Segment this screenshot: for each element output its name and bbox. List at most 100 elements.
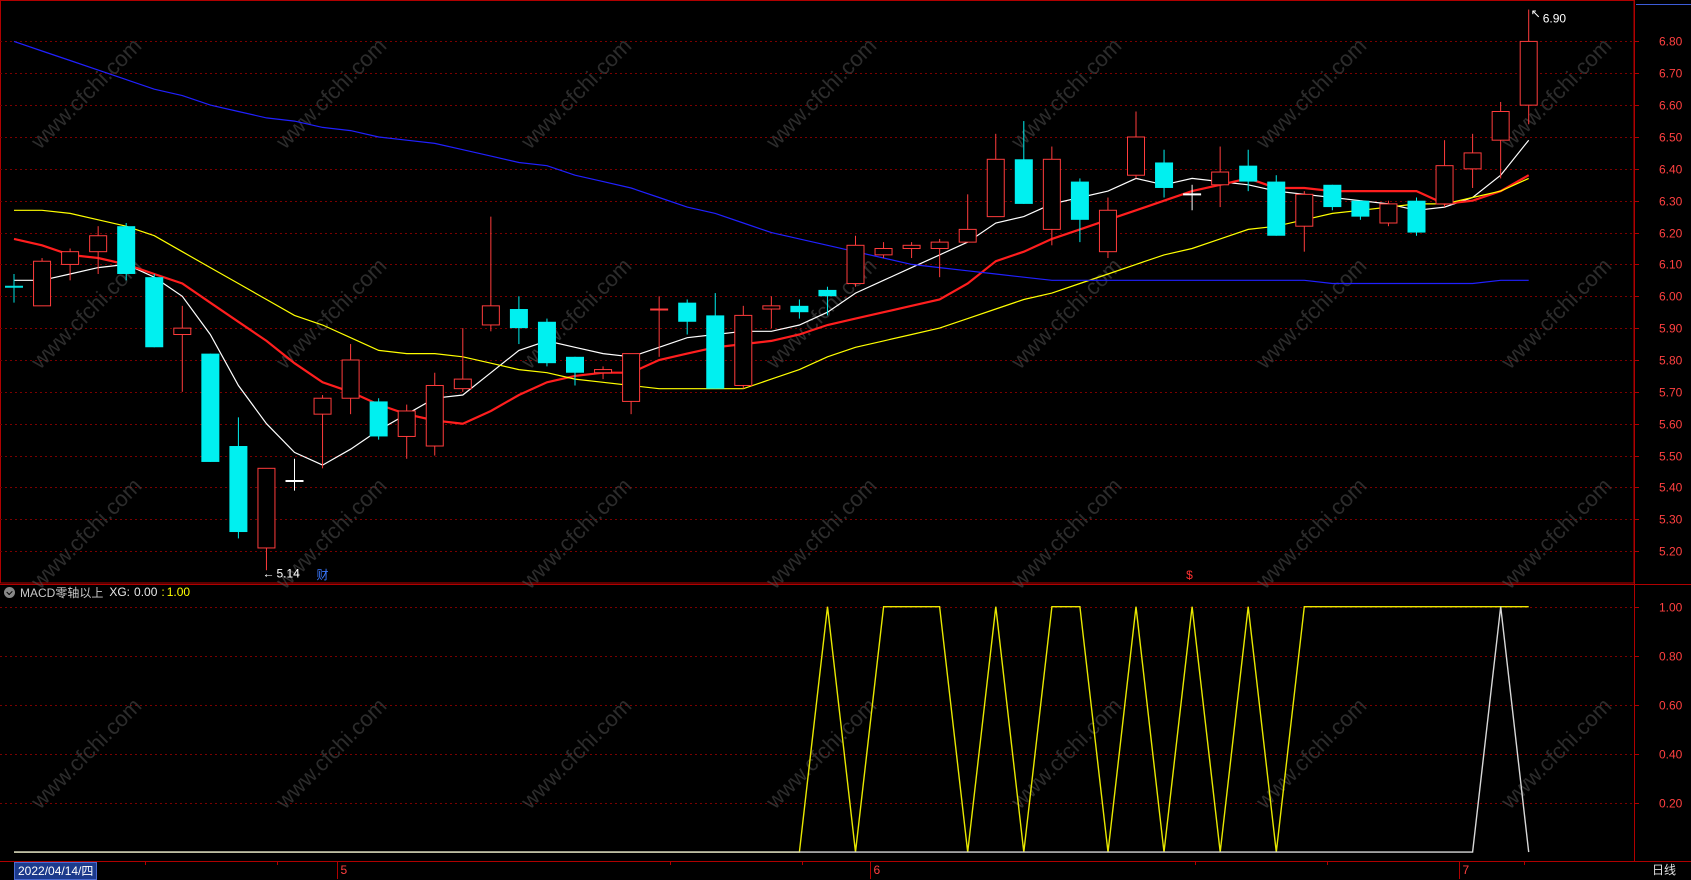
candle[interactable] <box>1351 200 1370 220</box>
candle-body <box>117 226 136 274</box>
candle[interactable] <box>425 372 444 456</box>
xg-white-line <box>14 606 1530 853</box>
candle-body <box>1211 171 1230 186</box>
candle[interactable] <box>1407 197 1426 236</box>
watermark-text: www.cfchi.com <box>1250 253 1371 374</box>
candle[interactable] <box>874 242 893 259</box>
event-mark: 财 <box>317 568 329 582</box>
candle[interactable] <box>173 305 192 392</box>
candle[interactable] <box>678 299 697 335</box>
candle[interactable] <box>1379 200 1398 227</box>
candle[interactable] <box>1323 184 1342 211</box>
price-tick-label: 5.60 <box>1659 418 1683 432</box>
watermark-text: www.cfchi.com <box>760 693 881 814</box>
candle-body <box>425 384 444 447</box>
candle-body <box>537 321 556 364</box>
price-tick-label: 5.20 <box>1659 545 1683 559</box>
watermark-text: www.cfchi.com <box>1495 33 1616 154</box>
candle[interactable] <box>594 366 613 380</box>
candle-body <box>1351 200 1370 217</box>
candle[interactable] <box>537 318 556 367</box>
candle-body <box>1295 193 1314 227</box>
candle[interactable] <box>1155 149 1174 198</box>
indicator-label[interactable]: MACD零轴以上 XG: 0.00 : 1.00 <box>4 584 190 600</box>
candle[interactable] <box>5 273 23 303</box>
candle[interactable] <box>117 223 136 281</box>
candle[interactable] <box>313 395 332 469</box>
indicator-separator: : <box>161 585 165 599</box>
price-tick-label: 6.70 <box>1659 67 1683 81</box>
candle[interactable] <box>1042 146 1061 246</box>
price-tick-label: 5.50 <box>1659 450 1683 464</box>
watermark-text: www.cfchi.com <box>25 473 146 594</box>
candle-body <box>594 369 613 374</box>
candle[interactable] <box>734 305 753 389</box>
candle-body <box>734 314 753 386</box>
candle[interactable] <box>902 242 921 259</box>
chart-canvas[interactable]: www.cfchi.com www.cfchi.com www.cfchi.com w… <box>0 0 1691 879</box>
period-tab[interactable]: 日线 <box>1642 862 1686 878</box>
candle-body <box>1491 111 1510 141</box>
watermark-text: www.cfchi.com <box>515 473 636 594</box>
candle[interactable] <box>622 353 641 415</box>
candle[interactable] <box>145 273 164 348</box>
high-label-arrow: ↖ <box>1531 7 1541 21</box>
candle[interactable] <box>1239 149 1258 192</box>
candle-body <box>369 401 388 437</box>
candle[interactable] <box>453 328 472 392</box>
candle[interactable] <box>1295 191 1314 252</box>
candle[interactable] <box>1463 133 1482 188</box>
candle-body <box>397 410 416 437</box>
price-tick-label: 6.00 <box>1659 290 1683 304</box>
candle[interactable] <box>1211 146 1230 208</box>
price-tick-label: 5.30 <box>1659 513 1683 527</box>
cursor-date: 2022/04/14/四 <box>14 862 98 880</box>
candle[interactable] <box>509 296 528 345</box>
candle[interactable] <box>229 417 248 539</box>
candle-body <box>986 158 1005 218</box>
watermark-text: www.cfchi.com <box>1495 473 1616 594</box>
price-tick-label: 6.10 <box>1659 258 1683 272</box>
candle-body <box>1014 159 1033 204</box>
candle[interactable] <box>1127 111 1145 179</box>
candle-body <box>1379 203 1398 224</box>
price-tick-label: 5.40 <box>1659 481 1683 495</box>
watermark-text: www.cfchi.com <box>1005 693 1126 814</box>
price-tick-label: 5.80 <box>1659 354 1683 368</box>
candle-body <box>201 353 220 462</box>
price-tick-label: 5.90 <box>1659 322 1683 336</box>
watermark: www.cfchi.com www.cfchi.com www.cfchi.com w… <box>25 33 1616 814</box>
candle[interactable] <box>566 356 584 386</box>
candle[interactable] <box>341 344 360 415</box>
candle[interactable] <box>986 133 1005 218</box>
candle[interactable] <box>397 404 416 459</box>
price-tick-label: 6.50 <box>1659 131 1683 145</box>
watermark-text: www.cfchi.com <box>760 33 881 154</box>
watermark-text: www.cfchi.com <box>270 253 391 374</box>
candle[interactable] <box>257 467 276 571</box>
candle[interactable] <box>846 235 865 287</box>
candle-body <box>650 308 669 311</box>
event-mark: $ <box>1186 568 1193 582</box>
candle[interactable] <box>650 296 669 357</box>
candle-body <box>1519 40 1538 106</box>
candle[interactable] <box>33 258 52 307</box>
price-tick-label: 6.80 <box>1659 35 1683 49</box>
indicator-name: MACD零轴以上 <box>20 585 104 600</box>
watermark-text: www.cfchi.com <box>1495 253 1616 374</box>
indicator-lines <box>14 606 1530 853</box>
candle[interactable] <box>201 353 220 462</box>
candle[interactable] <box>369 398 388 440</box>
candle[interactable] <box>706 293 725 389</box>
annotations: ↖ 6.90 ← 5.14 财 $ <box>262 7 1566 582</box>
candle[interactable] <box>1267 175 1286 236</box>
candle[interactable] <box>1098 197 1117 259</box>
candle[interactable] <box>762 296 781 329</box>
low-label-arrow: ← <box>262 566 274 580</box>
candle[interactable] <box>285 458 304 491</box>
candle[interactable] <box>1435 140 1454 208</box>
watermark-text: www.cfchi.com <box>1250 473 1371 594</box>
toggle-icon[interactable] <box>4 586 15 598</box>
candle-body <box>1098 209 1117 253</box>
month-label: 7 <box>1463 863 1470 877</box>
